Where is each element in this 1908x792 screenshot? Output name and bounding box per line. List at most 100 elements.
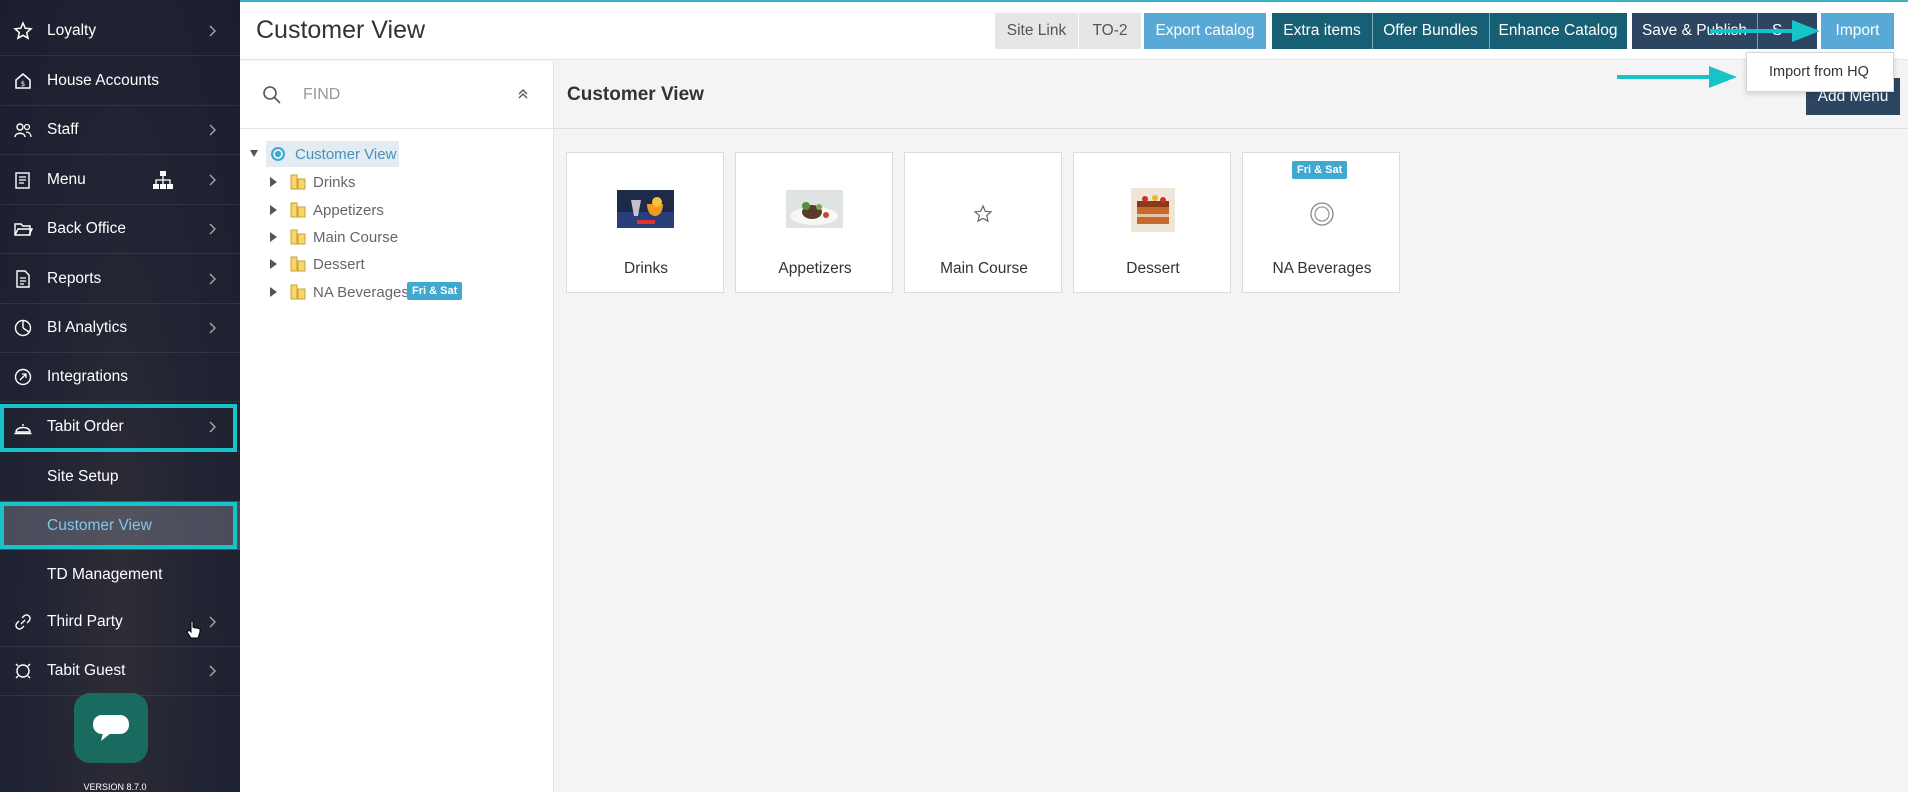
circle-icon [1310,202,1334,226]
export-catalog-button[interactable]: Export catalog [1144,13,1266,49]
site-link-button[interactable]: Site Link [995,13,1079,49]
sidebar-item-label: Staff [47,121,79,138]
folder-open-icon [12,218,34,240]
menu-card-label: NA Beverages [1272,260,1372,277]
chat-bubble-icon [93,715,129,741]
caret-right-icon[interactable] [270,287,277,297]
guest-icon [12,660,34,682]
enhance-catalog-button[interactable]: Enhance Catalog [1489,13,1627,49]
menu-card-main-course[interactable]: Main Course [904,152,1062,293]
globe-icon [271,147,285,161]
sidebar-item-bi-analytics[interactable]: BI Analytics [0,304,240,353]
sidebar-item-label: Back Office [47,220,126,237]
offer-bundles-button[interactable]: Offer Bundles [1372,13,1489,49]
sidebar-item-label: Menu [47,171,86,188]
sidebar-subitem-site-setup[interactable]: Site Setup [0,452,240,501]
find-input[interactable]: FIND [303,86,340,104]
integration-icon [12,366,34,388]
sidebar-item-menu[interactable]: Menu [0,156,240,205]
caret-down-icon[interactable] [250,150,258,157]
annotation-arrow [1617,66,1737,88]
schedule-badge: Fri & Sat [1292,161,1348,179]
tree-node-appetizers[interactable]: Appetizers [240,197,540,223]
caret-right-icon[interactable] [270,205,277,215]
import-button[interactable]: Import [1821,13,1894,49]
tree-node-main-course[interactable]: Main Course [240,224,540,250]
sidebar-item-loyalty[interactable]: Loyalty [0,7,240,56]
chevron-right-icon [209,665,216,677]
document-icon [12,268,34,290]
sidebar-subitem-label: Site Setup [47,467,119,485]
chat-button[interactable] [74,693,148,763]
sidebar-subitem-td-management[interactable]: TD Management [0,550,240,599]
menu-card-drinks[interactable]: Drinks [566,152,724,293]
house-icon: $ [12,70,34,92]
annotation-arrow [1710,20,1820,42]
chevron-right-icon [209,174,216,186]
tree-root[interactable]: Customer View [240,141,540,167]
star-icon [973,204,993,223]
caret-right-icon[interactable] [270,177,277,187]
sidebar-item-label: Loyalty [47,22,97,39]
sidebar-item-house-accounts[interactable]: $ House Accounts [0,57,240,106]
menu-card-label: Appetizers [778,260,852,277]
highlight-box [0,502,237,549]
chevron-right-icon [209,322,216,334]
import-from-hq-option[interactable]: Import from HQ [1769,64,1869,80]
chevron-right-icon [209,124,216,136]
link-icon [12,611,34,633]
import-dropdown: Import from HQ [1746,52,1894,92]
tree-node-label: Dessert [313,255,365,273]
extra-items-button[interactable]: Extra items [1272,13,1372,49]
search-icon[interactable] [262,85,282,105]
menu-card-label: Dessert [1126,260,1180,277]
caret-right-icon[interactable] [270,259,277,269]
tree-node-na-beverages[interactable]: NA Beverages Fri & Sat [240,279,540,305]
chevron-right-icon [209,25,216,37]
menu-book-icon [12,169,34,191]
tree-node-dessert[interactable]: Dessert [240,251,540,277]
tree-node-drinks[interactable]: Drinks [240,169,540,195]
collapse-up-icon[interactable] [517,88,529,100]
drinks-photo [617,190,674,228]
sidebar-item-integrations[interactable]: Integrations [0,353,240,402]
sidebar-item-label: Integrations [47,368,128,385]
tree-panel: FIND Customer View Drinks Appetizers Mai… [240,61,554,792]
sidebar-subitem-label: TD Management [47,565,163,583]
sidebar-item-reports[interactable]: Reports [0,255,240,304]
page-title: Customer View [256,16,426,44]
to2-button[interactable]: TO-2 [1079,13,1141,49]
menu-card-na-beverages[interactable]: Fri & Sat NA Beverages [1242,152,1400,293]
sidebar-item-label: House Accounts [47,72,160,89]
find-bar: FIND [240,61,554,129]
folder-icon [290,229,306,245]
sidebar-item-tabit-guest[interactable]: Tabit Guest [0,647,240,696]
tree-node-label: Main Course [313,228,399,246]
caret-right-icon[interactable] [270,232,277,242]
folder-icon [290,174,306,190]
star-icon [12,20,34,42]
sidebar-item-third-party[interactable]: Third Party [0,598,240,647]
schedule-badge: Fri & Sat [407,282,463,300]
chevron-right-icon [209,273,216,285]
chevron-right-icon [209,616,216,628]
sidebar-item-label: BI Analytics [47,319,128,336]
menu-card-appetizers[interactable]: Appetizers [735,152,893,293]
folder-icon [290,256,306,272]
pie-chart-icon [12,317,34,339]
menu-card-dessert[interactable]: Dessert [1073,152,1231,293]
main-title: Customer View [567,84,704,105]
highlight-box [0,404,237,452]
sidebar-item-staff[interactable]: Staff [0,106,240,155]
version-label: VERSION 8.7.0 [83,782,147,792]
hierarchy-icon[interactable] [152,170,174,190]
sidebar-item-label: Reports [47,270,102,287]
appetizers-photo [786,190,843,228]
dessert-photo [1131,188,1175,232]
sidebar-item-label: Third Party [47,613,123,630]
sidebar-item-label: Tabit Guest [47,662,126,679]
sidebar-item-back-office[interactable]: Back Office [0,205,240,254]
tree-node-label: Drinks [313,173,356,191]
menu-card-label: Main Course [940,260,1028,277]
chevron-right-icon [209,223,216,235]
